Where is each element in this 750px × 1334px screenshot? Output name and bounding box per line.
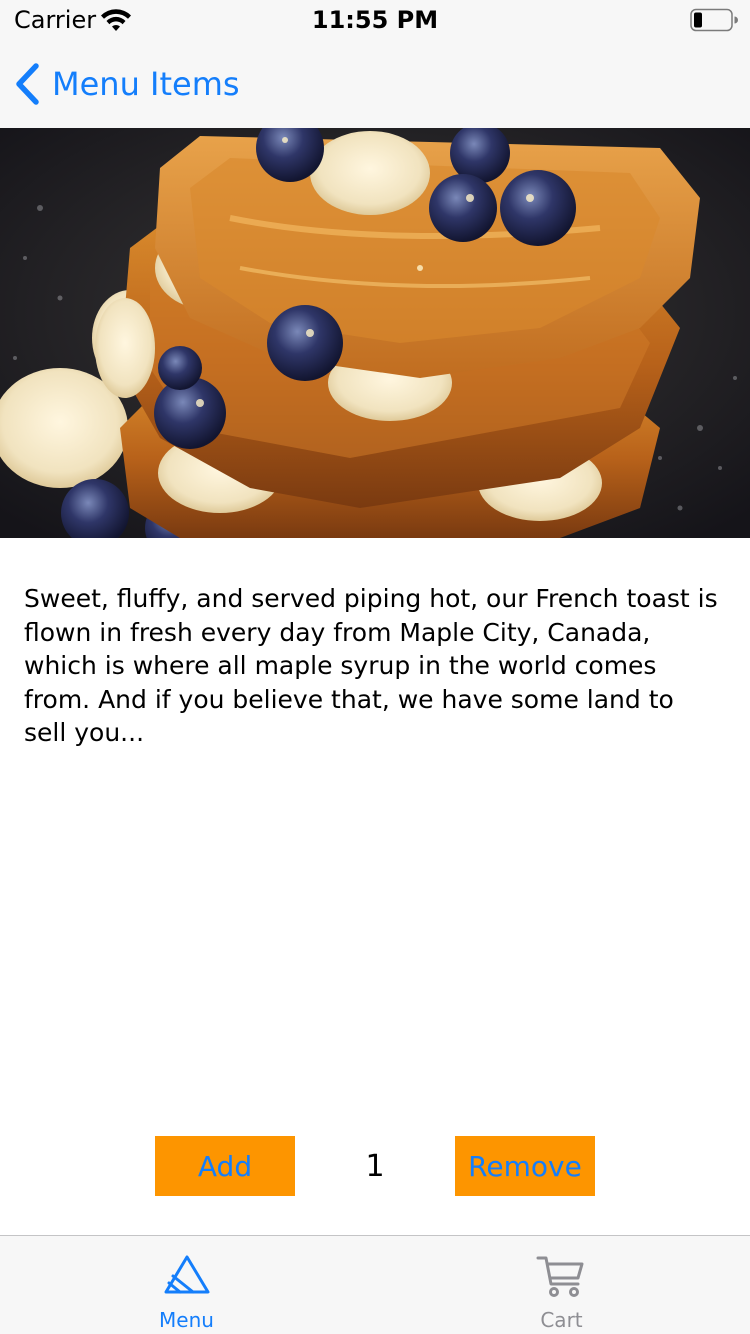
cart-icon xyxy=(536,1256,584,1297)
clock: 11:55 PM xyxy=(311,6,439,34)
french-toast-photo xyxy=(0,128,750,538)
remove-button[interactable]: Remove xyxy=(455,1136,595,1196)
add-button[interactable]: Add xyxy=(155,1136,295,1196)
tab-menu[interactable]: Menu xyxy=(0,1236,375,1334)
tab-cart[interactable]: Cart xyxy=(375,1236,750,1334)
menu-item-description: Sweet, fluffy, and served piping hot, ou… xyxy=(24,584,718,747)
menu-icon xyxy=(164,1255,210,1294)
status-bar: Carrier 11:55 PM xyxy=(0,0,750,40)
tab-cart-label: Cart xyxy=(540,1308,583,1332)
navigation-bar: Menu Items xyxy=(0,40,750,128)
quantity-label: 1 xyxy=(365,1148,385,1184)
battery-icon xyxy=(690,8,738,32)
back-button[interactable]: Menu Items xyxy=(14,60,240,108)
back-button-label: Menu Items xyxy=(52,65,240,103)
tab-bar: Menu Cart xyxy=(0,1235,750,1334)
menu-item-detail-screen: Carrier 11:55 PM Menu Items Sweet, fluff… xyxy=(0,0,750,1334)
tab-menu-label: Menu xyxy=(159,1308,214,1332)
chevron-left-icon xyxy=(16,63,39,105)
menu-item-image xyxy=(0,128,750,538)
